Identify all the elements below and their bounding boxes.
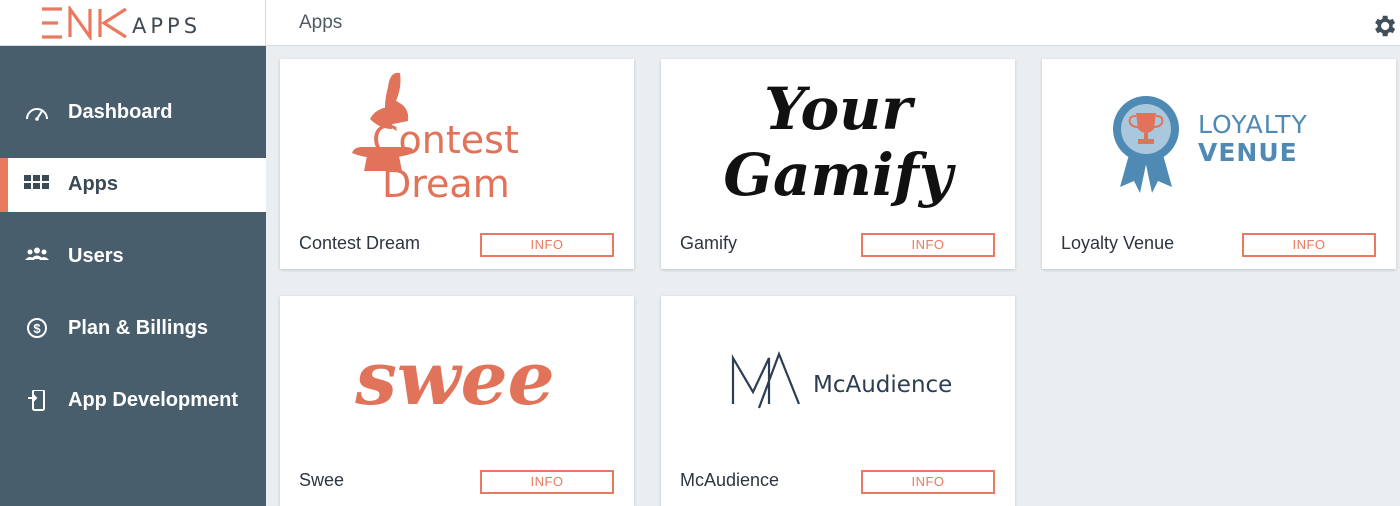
swee-logo-text: swee (354, 336, 555, 422)
app-name: Contest Dream (299, 233, 421, 253)
loyalty-logo-line1: LOYALTY (1198, 110, 1308, 139)
loyalty-logo-line2: VENUE (1198, 138, 1298, 167)
sidebar-item-plan-billings[interactable]: $ Plan & Billings (0, 302, 266, 356)
mcaudience-logo: McAudience (731, 350, 952, 409)
sidebar-item-label: App Development (68, 389, 239, 411)
dollar-icon: $ (27, 318, 47, 338)
svg-text:$: $ (33, 321, 41, 336)
app-card-swee[interactable]: swee Swee INFO (280, 296, 634, 506)
sidebar-item-dashboard[interactable]: Dashboard (0, 86, 266, 140)
app-card-mcaudience[interactable]: McAudience McAudience INFO (661, 296, 1015, 506)
gamify-logo: Your Gamify (723, 75, 956, 209)
brand-apps-text: APPS (132, 14, 202, 38)
gauge-icon (26, 108, 48, 121)
sidebar: Dashboard Apps Users $ Plan & Billings A… (0, 46, 266, 506)
sidebar-item-users[interactable]: Users (0, 230, 266, 284)
gear-icon[interactable] (1370, 12, 1398, 40)
grid-icon (24, 175, 49, 189)
swee-logo: swee (354, 336, 555, 422)
contest-dream-logo: Contest Dream (352, 72, 519, 206)
ma-monogram-icon (731, 350, 801, 409)
ribbon-trophy-icon (1113, 96, 1179, 193)
page-title: Apps (299, 12, 343, 33)
sidebar-item-label: Plan & Billings (68, 317, 209, 339)
app-name: Gamify (680, 233, 738, 253)
sidebar-item-label: Users (68, 245, 124, 267)
users-icon (25, 247, 49, 260)
contest-dream-logo-line1: Contest (372, 118, 519, 162)
gamify-logo-line2: Gamify (723, 141, 956, 209)
mcaudience-logo-text: McAudience (813, 372, 952, 398)
sidebar-item-label: Apps (68, 173, 118, 195)
brand-logo[interactable]: APPS (0, 0, 266, 46)
app-card-loyalty-venue[interactable]: LOYALTY VENUE Loyalty Venue INFO (1042, 59, 1396, 269)
top-bar: APPS Apps (0, 0, 1400, 46)
mobile-dev-icon (28, 390, 45, 411)
app-name: Swee (299, 470, 345, 490)
sidebar-item-label: Dashboard (68, 101, 173, 123)
loyalty-venue-logo: LOYALTY VENUE (1113, 96, 1308, 193)
info-button[interactable]: INFO (480, 470, 614, 494)
app-card-gamify[interactable]: Your Gamify Gamify INFO (661, 59, 1015, 269)
enk-logo-icon (42, 6, 127, 40)
sidebar-item-app-development[interactable]: App Development (0, 374, 266, 428)
info-button[interactable]: INFO (480, 233, 614, 257)
app-card-contest-dream[interactable]: Contest Dream Contest Dream INFO (280, 59, 634, 269)
sidebar-item-apps[interactable]: Apps (0, 158, 266, 212)
app-name: McAudience (680, 470, 780, 490)
contest-dream-logo-line2: Dream (382, 162, 510, 206)
info-button[interactable]: INFO (1242, 233, 1376, 257)
gamify-logo-line1: Your (764, 75, 916, 143)
info-button[interactable]: INFO (861, 470, 995, 494)
info-button[interactable]: INFO (861, 233, 995, 257)
app-name: Loyalty Venue (1061, 233, 1175, 253)
